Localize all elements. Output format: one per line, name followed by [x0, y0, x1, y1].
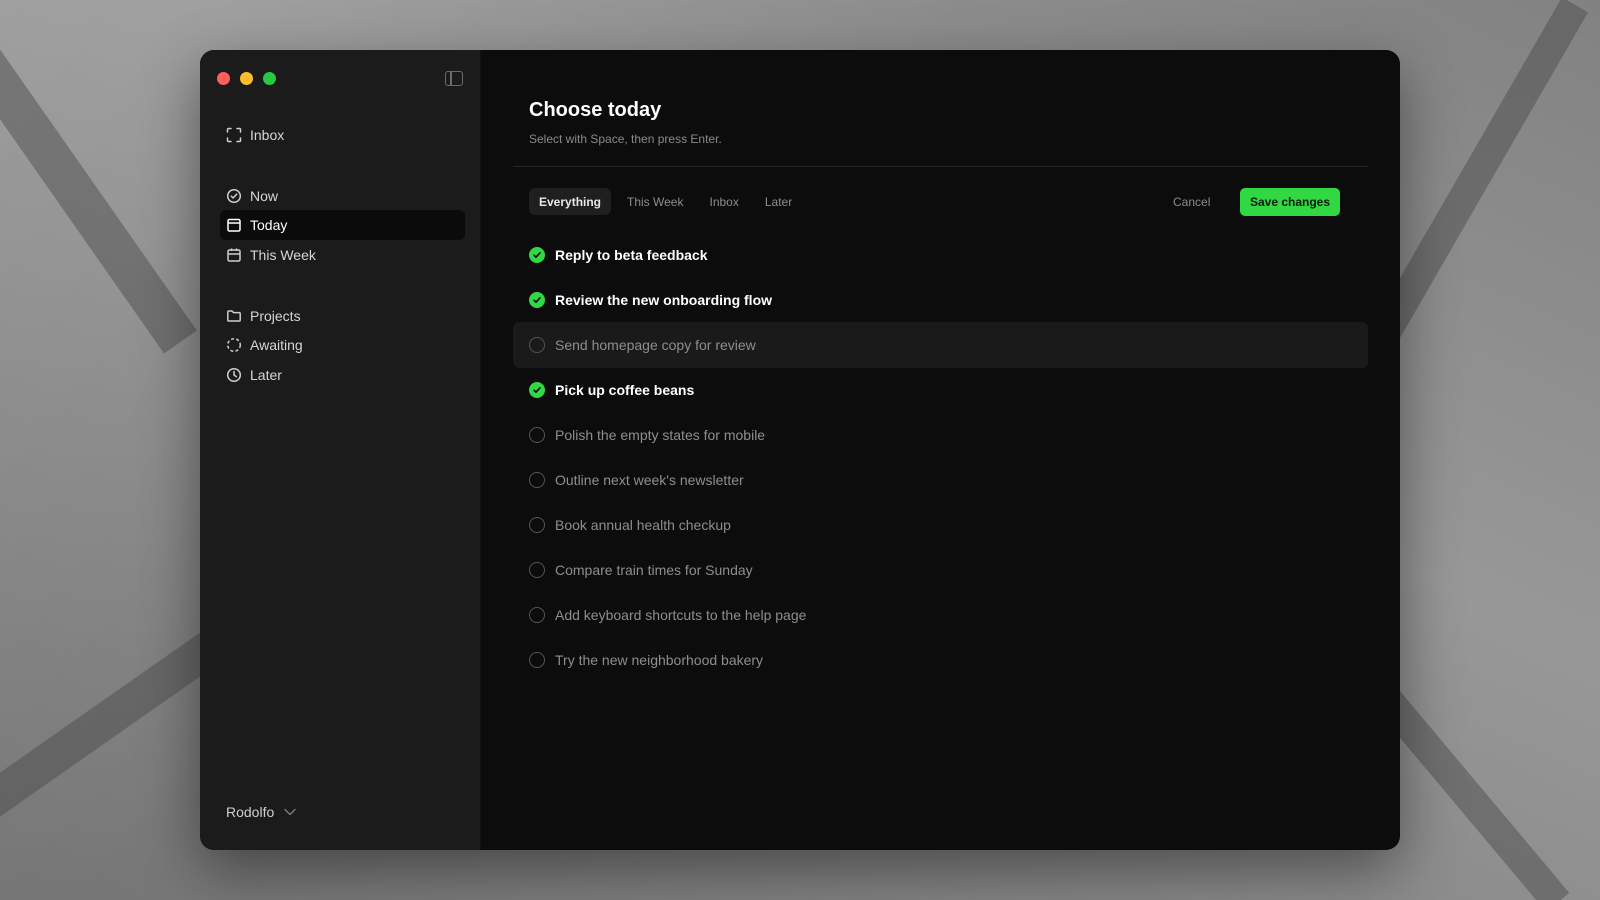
- task-label: Add keyboard shortcuts to the help page: [555, 607, 807, 623]
- background-beam: [0, 0, 197, 354]
- save-changes-button[interactable]: Save changes: [1240, 188, 1340, 216]
- task-row[interactable]: Send homepage copy for review: [513, 322, 1368, 368]
- task-label: Reply to beta feedback: [555, 247, 708, 263]
- sidebar-item-label: Awaiting: [250, 337, 303, 353]
- empty-circle-icon[interactable]: [529, 337, 545, 353]
- sidebar-item-this-week[interactable]: This Week: [220, 240, 465, 270]
- task-label: Pick up coffee beans: [555, 382, 695, 398]
- main-panel: Choose today Select with Space, then pre…: [481, 50, 1400, 850]
- task-row[interactable]: Pick up coffee beans: [513, 367, 1368, 413]
- sidebar-item-label: Later: [250, 367, 282, 383]
- tab-this-week[interactable]: This Week: [617, 188, 693, 215]
- checked-circle-icon[interactable]: [529, 382, 545, 398]
- task-row[interactable]: Try the new neighborhood bakery: [513, 637, 1368, 683]
- check-circle-icon: [226, 188, 242, 204]
- sidebar-item-today[interactable]: Today: [220, 210, 465, 240]
- task-row[interactable]: Compare train times for Sunday: [513, 547, 1368, 593]
- task-label: Outline next week's newsletter: [555, 472, 744, 488]
- tab-inbox[interactable]: Inbox: [699, 188, 748, 215]
- header-divider: [513, 166, 1368, 167]
- task-label: Review the new onboarding flow: [555, 292, 773, 308]
- task-label: Compare train times for Sunday: [555, 562, 753, 578]
- empty-circle-icon[interactable]: [529, 517, 545, 533]
- task-row[interactable]: Review the new onboarding flow: [513, 277, 1368, 323]
- task-label: Book annual health checkup: [555, 517, 731, 533]
- task-label: Send homepage copy for review: [555, 337, 756, 353]
- clock-icon: [226, 367, 242, 383]
- calendar-week-icon: [227, 248, 241, 262]
- sidebar-item-later[interactable]: Later: [220, 360, 465, 390]
- filter-tabs: Everything This Week Inbox Later: [529, 188, 802, 215]
- checked-circle-icon[interactable]: [529, 247, 545, 263]
- tab-everything[interactable]: Everything: [529, 188, 612, 215]
- cancel-button[interactable]: Cancel: [1167, 188, 1216, 215]
- sidebar-item-label: Projects: [250, 308, 301, 324]
- task-label: Polish the empty states for mobile: [555, 427, 766, 443]
- empty-circle-icon[interactable]: [529, 607, 545, 623]
- folder-icon: [227, 310, 241, 322]
- tab-later[interactable]: Later: [755, 188, 802, 215]
- dashed-circle-icon: [226, 337, 242, 353]
- sidebar-item-now[interactable]: Now: [220, 181, 465, 211]
- task-row[interactable]: Reply to beta feedback: [513, 232, 1368, 278]
- sidebar-item-awaiting[interactable]: Awaiting: [220, 330, 465, 360]
- sidebar-item-label: Today: [250, 217, 288, 233]
- sidebar-item-inbox[interactable]: Inbox: [220, 120, 465, 150]
- empty-circle-icon[interactable]: [529, 652, 545, 668]
- close-window-button[interactable]: [217, 72, 230, 85]
- task-row[interactable]: Book annual health checkup: [513, 502, 1368, 548]
- chevron-down-icon: [284, 808, 296, 816]
- empty-circle-icon[interactable]: [529, 472, 545, 488]
- empty-circle-icon[interactable]: [529, 562, 545, 578]
- sidebar: Inbox Now Today This Week Projects Await…: [200, 50, 481, 850]
- sidebar-toggle-icon[interactable]: [445, 71, 463, 86]
- checked-circle-icon[interactable]: [529, 292, 545, 308]
- window-controls: [217, 72, 276, 85]
- page-title: Choose today: [529, 99, 662, 121]
- user-name: Rodolfo: [226, 804, 275, 820]
- user-menu[interactable]: Rodolfo: [226, 804, 296, 820]
- page-subtitle: Select with Space, then press Enter.: [529, 132, 722, 146]
- sidebar-item-projects[interactable]: Projects: [220, 301, 465, 331]
- task-row[interactable]: Add keyboard shortcuts to the help page: [513, 592, 1368, 638]
- minimize-window-button[interactable]: [240, 72, 253, 85]
- app-window: Inbox Now Today This Week Projects Await…: [200, 50, 1400, 850]
- sidebar-item-label: Now: [250, 188, 279, 204]
- empty-circle-icon[interactable]: [529, 427, 545, 443]
- task-row[interactable]: Polish the empty states for mobile: [513, 412, 1368, 458]
- task-label: Try the new neighborhood bakery: [555, 652, 764, 668]
- sidebar-item-label: This Week: [250, 247, 316, 263]
- calendar-today-icon: [227, 218, 241, 232]
- inbox-icon: [226, 127, 242, 143]
- sidebar-item-label: Inbox: [250, 127, 285, 143]
- task-row[interactable]: Outline next week's newsletter: [513, 457, 1368, 503]
- zoom-window-button[interactable]: [263, 72, 276, 85]
